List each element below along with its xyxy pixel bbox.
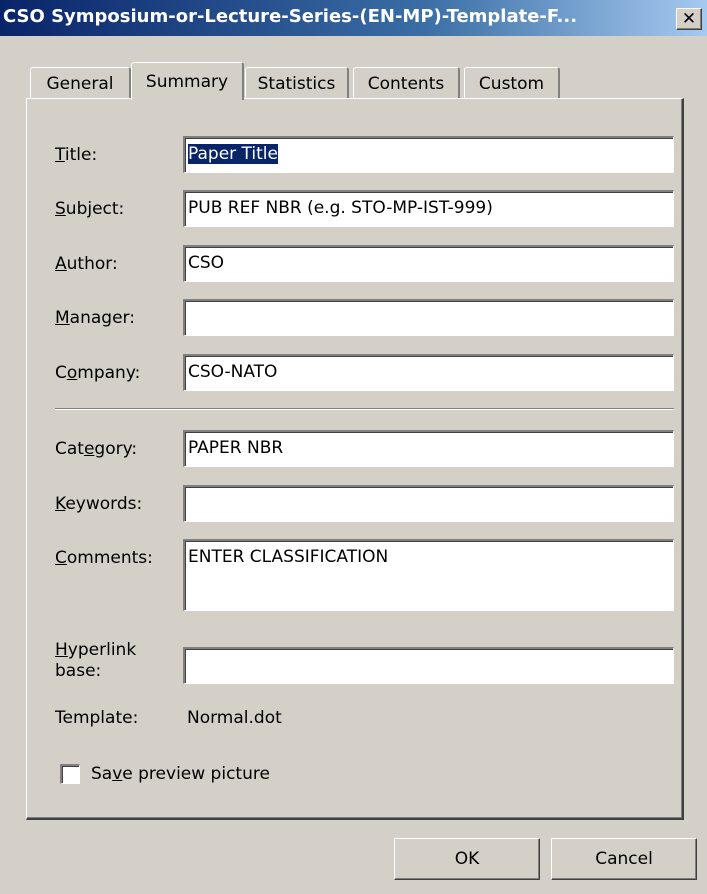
cancel-button-label: Cancel xyxy=(595,849,653,869)
save-preview-checkbox[interactable] xyxy=(60,764,80,784)
company-field[interactable]: CSO-NATO xyxy=(183,354,674,391)
category-field[interactable]: PAPER NBR xyxy=(183,430,674,467)
cancel-button[interactable]: Cancel xyxy=(551,838,697,880)
ok-button[interactable]: OK xyxy=(394,838,540,880)
manager-label: Manager: xyxy=(55,308,135,328)
tab-contents[interactable]: Contents xyxy=(353,67,460,100)
template-label: Template: xyxy=(55,708,139,728)
tab-statistics[interactable]: Statistics xyxy=(245,67,349,100)
tab-custom-label: Custom xyxy=(478,74,545,94)
tab-general[interactable]: General xyxy=(30,67,131,100)
window-title: CSO Symposium-or-Lecture-Series-(EN-MP)-… xyxy=(3,6,578,27)
category-label: Category: xyxy=(55,439,138,459)
comments-field[interactable]: ENTER CLASSIFICATION xyxy=(183,539,674,611)
title-label: Title: xyxy=(55,145,98,165)
author-label: Author: xyxy=(55,254,118,274)
tab-summary[interactable]: Summary xyxy=(131,62,244,100)
comments-value: ENTER CLASSIFICATION xyxy=(188,547,389,567)
save-preview-label[interactable]: Save preview picture xyxy=(91,764,270,784)
tab-statistics-label: Statistics xyxy=(257,74,336,94)
company-value: CSO-NATO xyxy=(188,362,278,382)
tab-summary-label: Summary xyxy=(145,71,229,92)
title-value: Paper Title xyxy=(188,144,278,164)
tab-custom[interactable]: Custom xyxy=(464,67,560,100)
tab-contents-label: Contents xyxy=(367,74,445,94)
subject-value: PUB REF NBR (e.g. STO-MP-IST-999) xyxy=(188,198,493,218)
hyperlink-label: Hyperlink xyxy=(55,640,137,660)
company-label: Company: xyxy=(55,363,141,383)
close-icon: ✕ xyxy=(681,9,697,29)
keywords-label: Keywords: xyxy=(55,494,143,514)
close-button[interactable]: ✕ xyxy=(676,8,702,30)
manager-field[interactable] xyxy=(183,299,674,336)
tab-general-label: General xyxy=(46,74,114,94)
hyperlink-base-field[interactable] xyxy=(183,647,674,684)
comments-label: Comments: xyxy=(55,548,153,568)
subject-label: Subject: xyxy=(55,199,125,219)
title-field[interactable]: Paper Title xyxy=(183,136,674,173)
category-value: PAPER NBR xyxy=(188,438,284,458)
author-field[interactable]: CSO xyxy=(183,245,674,282)
ok-button-label: OK xyxy=(454,849,480,869)
separator xyxy=(55,408,674,410)
keywords-field[interactable] xyxy=(183,485,674,522)
author-value: CSO xyxy=(188,253,225,273)
hyperlink-label-line2: base: xyxy=(55,661,102,681)
title-bar[interactable]: CSO Symposium-or-Lecture-Series-(EN-MP)-… xyxy=(0,0,707,36)
subject-field[interactable]: PUB REF NBR (e.g. STO-MP-IST-999) xyxy=(183,190,674,227)
template-value: Normal.dot xyxy=(187,708,282,728)
